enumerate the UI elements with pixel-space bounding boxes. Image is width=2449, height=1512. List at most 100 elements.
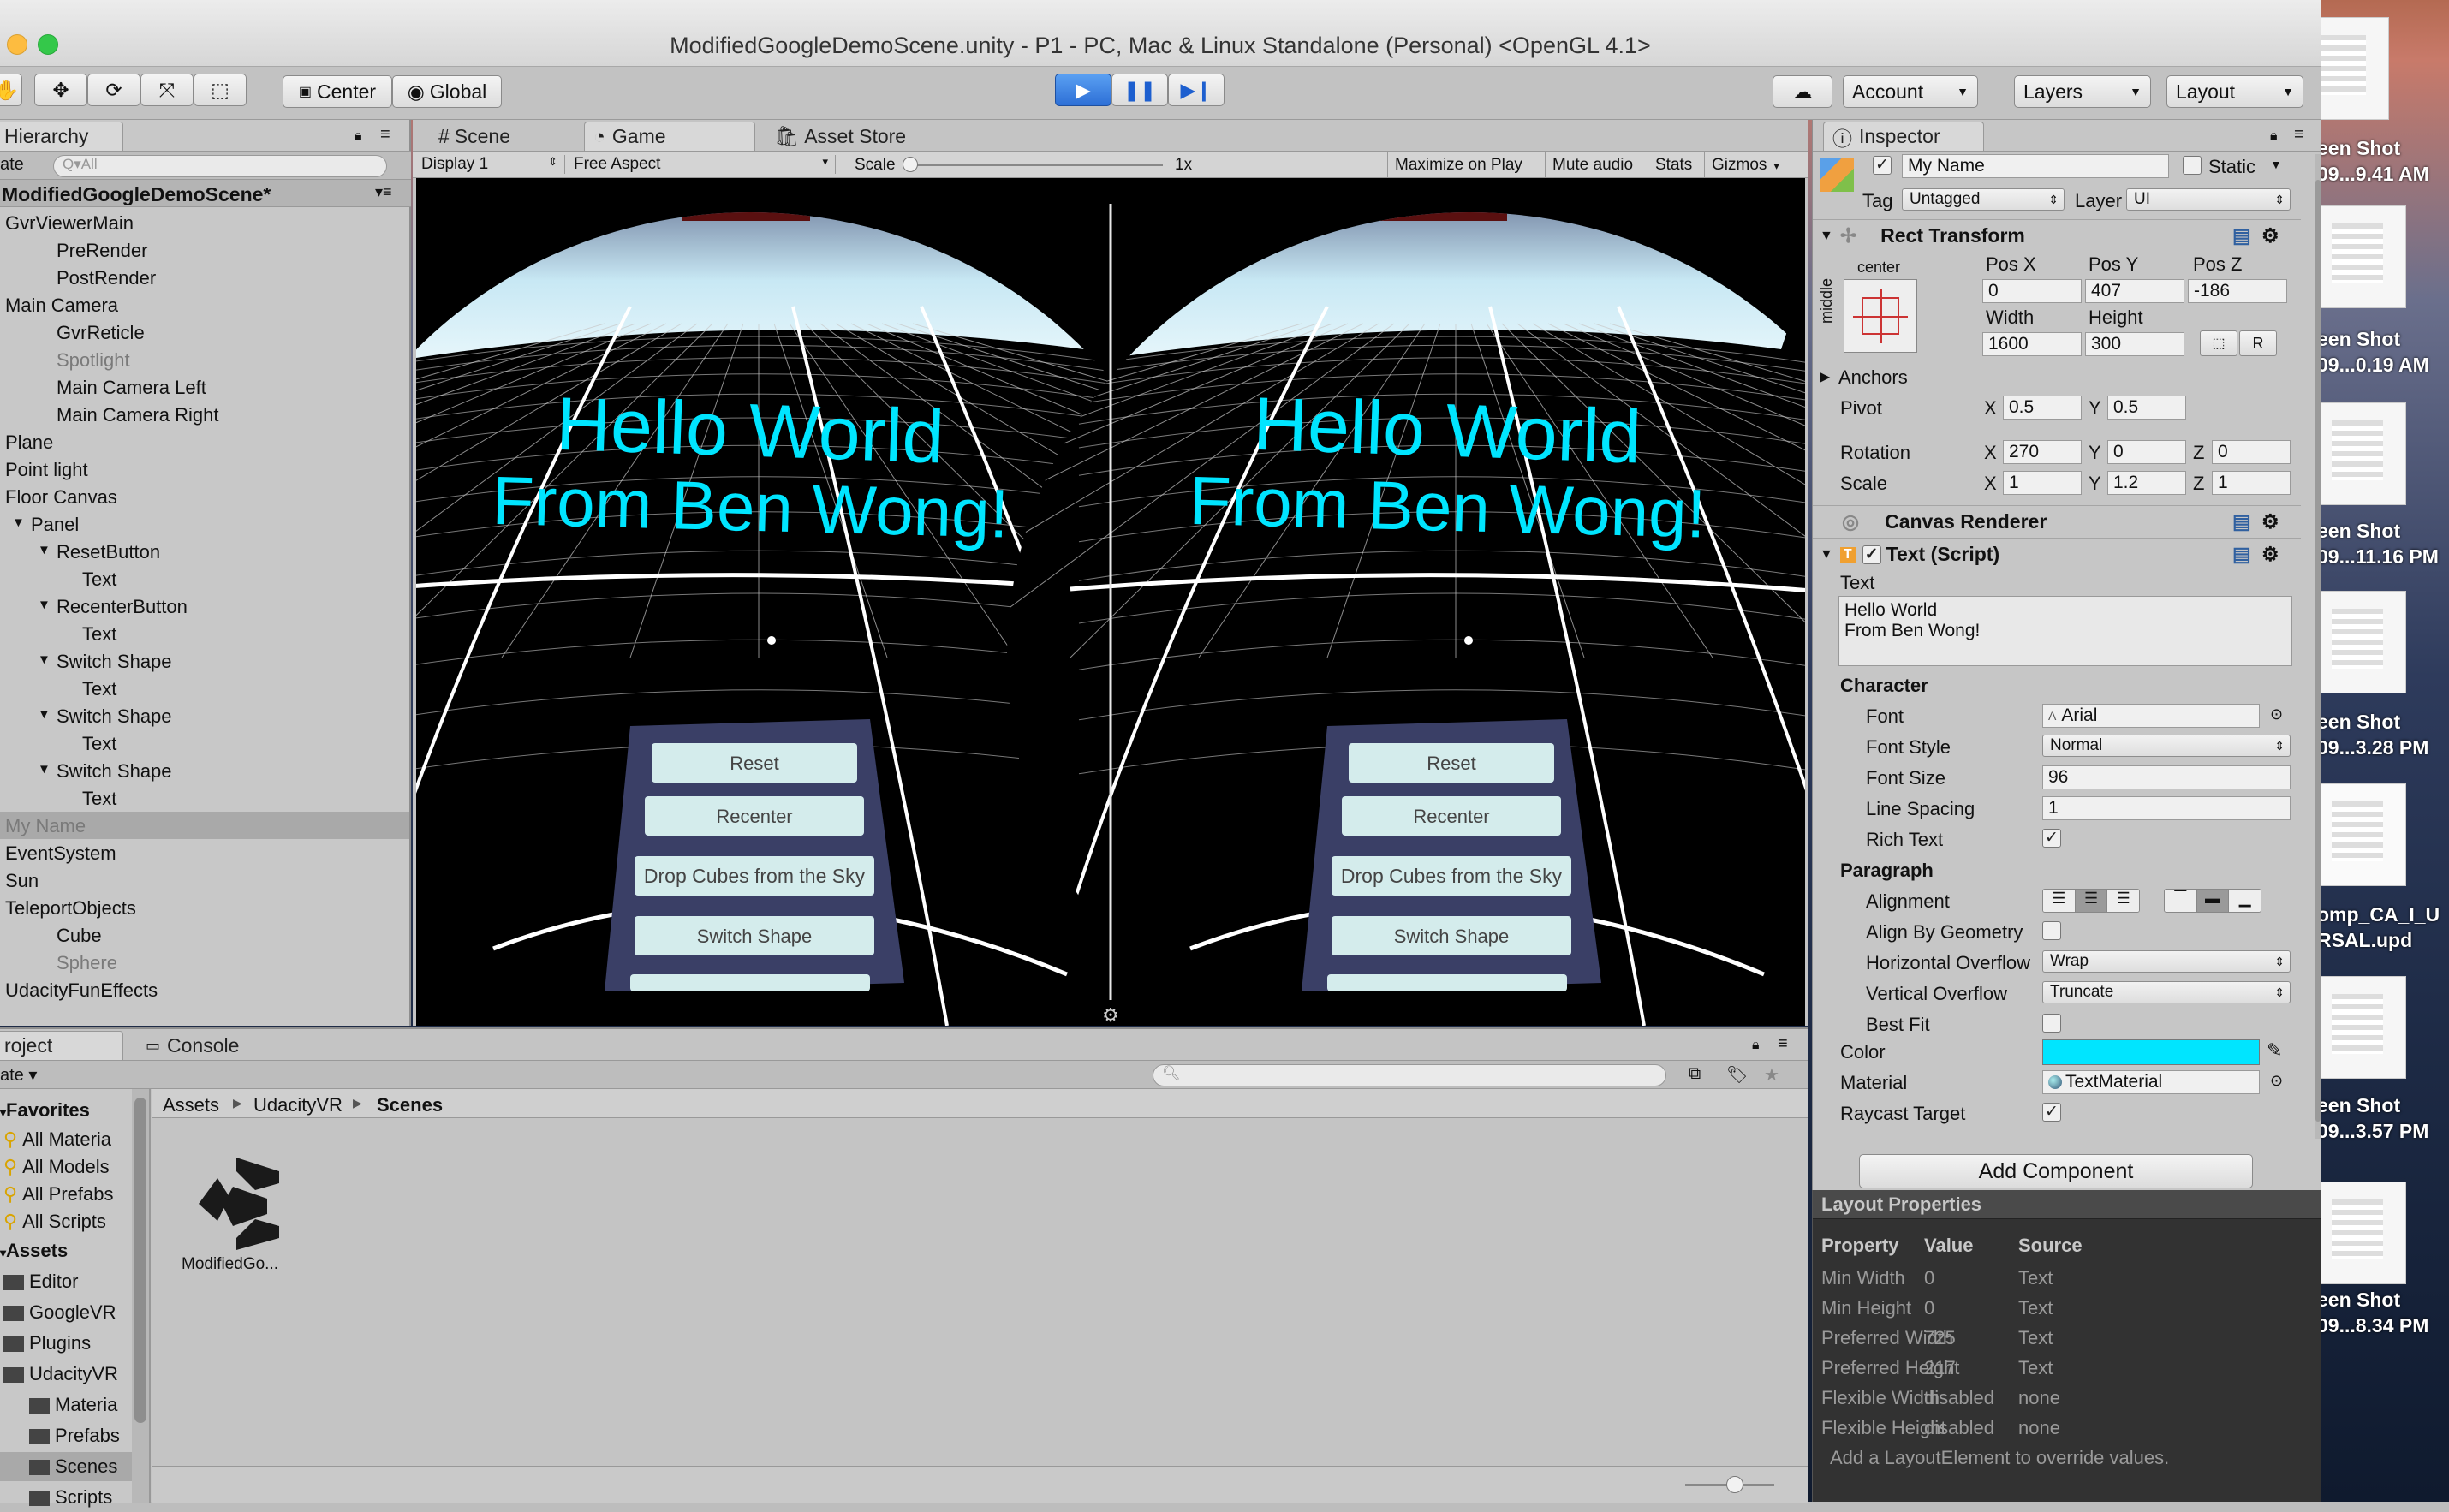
desktop-file-label[interactable]: een Shot [2317,1094,2400,1117]
anchors-foldout-icon[interactable]: ▶ [1820,368,1830,385]
desktop-file-label[interactable]: RSAL.upd [2317,929,2412,952]
step-button[interactable]: ▶❙ [1168,74,1224,106]
desktop-file-label[interactable]: 09...3.28 PM [2317,736,2428,759]
create-dropdown[interactable]: ate ▾ [0,1064,37,1086]
object-picker-icon[interactable]: ⊙ [2270,705,2283,723]
help-book-icon[interactable]: ▤ [2232,510,2251,533]
static-checkbox[interactable] [2183,156,2202,175]
layer-dropdown[interactable]: UI [2126,188,2291,211]
scene-asset[interactable]: ModifiedGo... [175,1149,303,1277]
pivot-center-button[interactable]: ▣ Center [283,75,392,108]
gear-icon[interactable]: ⚙ [2261,224,2279,247]
breadcrumb-assets[interactable]: Assets [163,1094,219,1116]
hierarchy-item-text[interactable]: Text [0,675,409,702]
desktop-file-thumbnail[interactable] [2321,976,2406,1079]
hierarchy-item-postrender[interactable]: PostRender [0,264,409,291]
material-field[interactable]: TextMaterial [2042,1070,2260,1094]
tab-asset-store[interactable]: 🛍︎ Asset Store [766,122,954,151]
icon-size-slider[interactable] [1685,1476,1774,1493]
account-dropdown[interactable]: Account ▼ [1843,75,1978,108]
width-field[interactable]: 1600 [1982,332,2082,356]
hand-tool-icon[interactable]: ✋ [0,74,22,106]
desktop-file-thumbnail[interactable] [2321,205,2406,308]
desktop-file-thumbnail[interactable] [2321,1182,2406,1284]
raycast-target-checkbox[interactable]: ✓ [2042,1103,2061,1122]
anchors-label[interactable]: Anchors [1838,366,1908,389]
align-top-icon[interactable]: ▔ [2165,890,2196,912]
pivot-y-field[interactable]: 0.5 [2107,396,2186,420]
align-by-geometry-checkbox[interactable] [2042,921,2061,940]
filter-by-label-icon[interactable]: 🏷︎ [1726,1064,1748,1086]
hierarchy-item-main-camera-left[interactable]: Main Camera Left [0,373,409,401]
hierarchy-item-gvrreticle[interactable]: GvrReticle [0,318,409,346]
favorite-item[interactable]: ⚲ All Scripts [3,1211,130,1233]
hierarchy-item-switch-shape[interactable]: ▼ Switch Shape [0,647,409,675]
layout-dropdown[interactable]: Layout ▼ [2166,75,2303,108]
desktop-file-label[interactable]: een Shot [2317,711,2400,734]
scale-y-field[interactable]: 1.2 [2107,471,2186,495]
gizmos-dropdown[interactable]: Gizmos ▾ [1704,152,1786,179]
hierarchy-item-panel[interactable]: ▼ Panel [0,510,409,538]
color-swatch[interactable] [2042,1039,2260,1065]
align-center-icon[interactable]: ☰ [2074,890,2107,912]
create-dropdown[interactable]: ate [0,155,24,175]
hierarchy-item-main-camera[interactable]: Main Camera [0,291,409,318]
text-script-header[interactable]: ▼ T ✓ Text (Script) ▤ ⚙ [1813,538,2301,570]
foldout-arrow-icon[interactable]: ▼ [38,707,51,722]
rect-tool-icon[interactable]: ⬚ [194,74,247,106]
inspector-scrollbar[interactable] [2315,154,2321,1156]
hierarchy-item-switch-shape[interactable]: ▼ Switch Shape [0,702,409,729]
blueprint-mode-button[interactable]: ⬚ [2200,330,2237,356]
panel-menu-icon[interactable]: ≡ [2294,125,2304,145]
raw-edit-button[interactable]: R [2239,330,2277,356]
rect-transform-header[interactable]: ▼ ✢ Rect Transform ▤ ⚙ [1813,219,2301,252]
hierarchy-item-main-camera-right[interactable]: Main Camera Right [0,401,409,428]
hierarchy-item-switch-shape[interactable]: ▼ Switch Shape [0,757,409,784]
layout-properties-header[interactable]: Layout Properties [1813,1190,2321,1219]
foldout-arrow-icon[interactable]: ▼ [12,515,25,530]
hierarchy-item-spotlight[interactable]: Spotlight [0,346,409,373]
assets-header[interactable]: ▾Assets [0,1240,68,1262]
gear-icon[interactable]: ⚙ [2261,543,2279,566]
lock-icon[interactable]: 🔒︎ [2270,128,2278,144]
breadcrumb-udacityvr[interactable]: UdacityVR [253,1094,343,1116]
gear-icon[interactable]: ⚙ [2261,510,2279,533]
folder-item[interactable]: Materia [0,1390,132,1420]
folder-item[interactable]: Plugins [0,1329,132,1358]
rotate-tool-icon[interactable]: ⟳ [87,74,140,106]
desktop-file-thumbnail[interactable] [2321,783,2406,886]
tab-inspector[interactable]: ⓘ Inspector [1823,122,1984,151]
anchor-presets-button[interactable] [1844,279,1917,353]
hierarchy-item-sun[interactable]: Sun [0,866,409,894]
scene-header[interactable]: ModifiedGoogleDemoScene* ▾≡ [0,180,411,207]
desktop-file-label[interactable]: 09...11.16 PM [2317,545,2439,568]
foldout-arrow-icon[interactable]: ▼ [38,598,51,612]
hierarchy-item-point-light[interactable]: Point light [0,455,409,483]
add-component-button[interactable]: Add Component [1859,1154,2253,1188]
panel-menu-icon[interactable]: ≡ [380,125,390,145]
desktop-file-thumbnail[interactable] [2321,402,2406,505]
breadcrumb-scenes[interactable]: Scenes [377,1094,443,1116]
desktop-file-label[interactable]: 09...8.34 PM [2317,1314,2428,1337]
lock-icon[interactable]: 🔒︎ [1752,1038,1760,1053]
panel-menu-icon[interactable]: ≡ [1778,1034,1788,1054]
hierarchy-item-text[interactable]: Text [0,565,409,592]
maximize-on-play-toggle[interactable]: Maximize on Play [1387,152,1529,179]
desktop-file-label[interactable]: 09...0.19 AM [2317,354,2429,377]
rotation-y-field[interactable]: 0 [2107,440,2186,464]
font-size-field[interactable]: 96 [2042,765,2291,789]
align-right-icon[interactable]: ☰ [2106,890,2139,912]
scene-menu-icon[interactable]: ▾≡ [375,183,392,201]
project-search-input[interactable]: 🔍︎ [1153,1064,1666,1086]
horizontal-overflow-dropdown[interactable]: Wrap [2042,950,2291,973]
foldout-arrow-icon[interactable]: ▼ [38,762,51,777]
move-tool-icon[interactable]: ✥ [34,74,87,106]
layers-dropdown[interactable]: Layers ▼ [2014,75,2151,108]
eyedropper-icon[interactable]: ✎ [2267,1039,2282,1062]
static-dropdown-icon[interactable]: ▼ [2270,158,2282,171]
desktop-file-thumbnail[interactable] [2321,591,2406,693]
line-spacing-field[interactable]: 1 [2042,796,2291,820]
desktop-file-label[interactable]: 09...9.41 AM [2317,163,2429,186]
hierarchy-item-my-name[interactable]: My Name [0,812,409,839]
global-button[interactable]: ◉ Global [392,75,502,108]
